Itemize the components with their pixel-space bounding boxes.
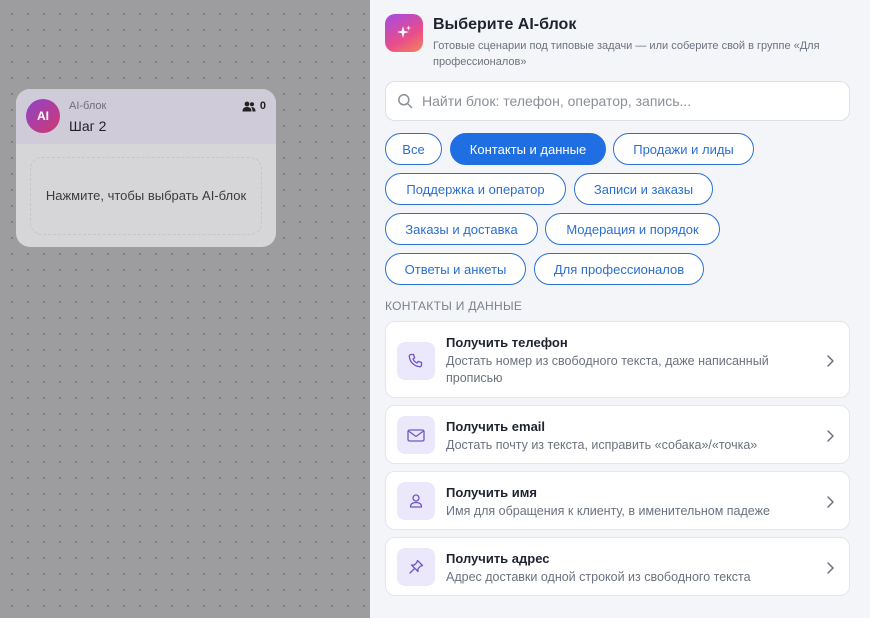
card-title: Получить имя xyxy=(446,485,537,500)
workflow-canvas[interactable]: AI AI-блок Шаг 2 0 Нажмите, чтобы выбрат… xyxy=(0,0,370,618)
chip-bookings-and-orders[interactable]: Записи и заказы xyxy=(574,173,713,205)
card-title: Получить адрес xyxy=(446,551,550,566)
node-count-value: 0 xyxy=(259,100,266,112)
chip-moderation-and-order[interactable]: Модерация и порядок xyxy=(545,213,720,245)
chip-support-and-operator[interactable]: Поддержка и оператор xyxy=(385,173,566,205)
card-description: Достать почту из текста, исправить «соба… xyxy=(446,438,758,452)
sparkle-icon xyxy=(385,14,423,52)
search-input[interactable] xyxy=(422,82,842,120)
card-description: Адрес доставки одной строкой из свободно… xyxy=(446,570,751,584)
search-icon xyxy=(398,94,413,109)
search-box[interactable] xyxy=(385,81,850,121)
chip-orders-and-delivery[interactable]: Заказы и доставка xyxy=(385,213,538,245)
node-user-count: 0 xyxy=(242,100,266,112)
block-card-get-email[interactable]: Получить email Достать почту из текста, … xyxy=(385,405,850,464)
chip-for-professionals[interactable]: Для профессионалов xyxy=(534,253,704,285)
chip-sales-and-leads[interactable]: Продажи и лиды xyxy=(613,133,754,165)
chip-answers-and-surveys[interactable]: Ответы и анкеты xyxy=(385,253,526,285)
users-icon xyxy=(242,101,256,111)
section-label: КОНТАКТЫ И ДАННЫЕ xyxy=(385,299,523,313)
ai-block-node[interactable]: AI AI-блок Шаг 2 0 Нажмите, чтобы выбрат… xyxy=(16,89,276,247)
block-card-get-name[interactable]: Получить имя Имя для обращения к клиенту… xyxy=(385,471,850,530)
node-type-label: AI-блок xyxy=(69,100,107,112)
phone-icon xyxy=(397,342,435,380)
node-title: Шаг 2 xyxy=(69,118,107,134)
ai-block-picker-panel: Выберите AI-блок Готовые сценарии под ти… xyxy=(370,0,870,618)
chevron-right-icon xyxy=(827,355,834,367)
card-title: Получить email xyxy=(446,419,546,434)
block-card-get-phone[interactable]: Получить телефон Достать номер из свобод… xyxy=(385,321,850,398)
ai-avatar: AI xyxy=(26,99,60,133)
node-header: AI AI-блок Шаг 2 0 xyxy=(16,89,276,144)
chip-all[interactable]: Все xyxy=(385,133,442,165)
pin-icon xyxy=(397,548,435,586)
panel-subtitle: Готовые сценарии под типовые задачи — ил… xyxy=(433,40,820,68)
chevron-right-icon xyxy=(827,496,834,508)
card-description: Имя для обращения к клиенту, в именитель… xyxy=(446,504,770,518)
chip-contacts-and-data[interactable]: Контакты и данные xyxy=(450,133,606,165)
block-card-get-address[interactable]: Получить адрес Адрес доставки одной стро… xyxy=(385,537,850,596)
card-title: Получить телефон xyxy=(446,335,568,350)
chevron-right-icon xyxy=(827,430,834,442)
mail-icon xyxy=(397,416,435,454)
select-block-placeholder[interactable]: Нажмите, чтобы выбрать AI-блок xyxy=(30,157,262,235)
panel-title: Выберите AI-блок xyxy=(433,16,577,33)
card-description: Достать номер из свободного текста, даже… xyxy=(446,354,769,385)
chevron-right-icon xyxy=(827,562,834,574)
user-icon xyxy=(397,482,435,520)
